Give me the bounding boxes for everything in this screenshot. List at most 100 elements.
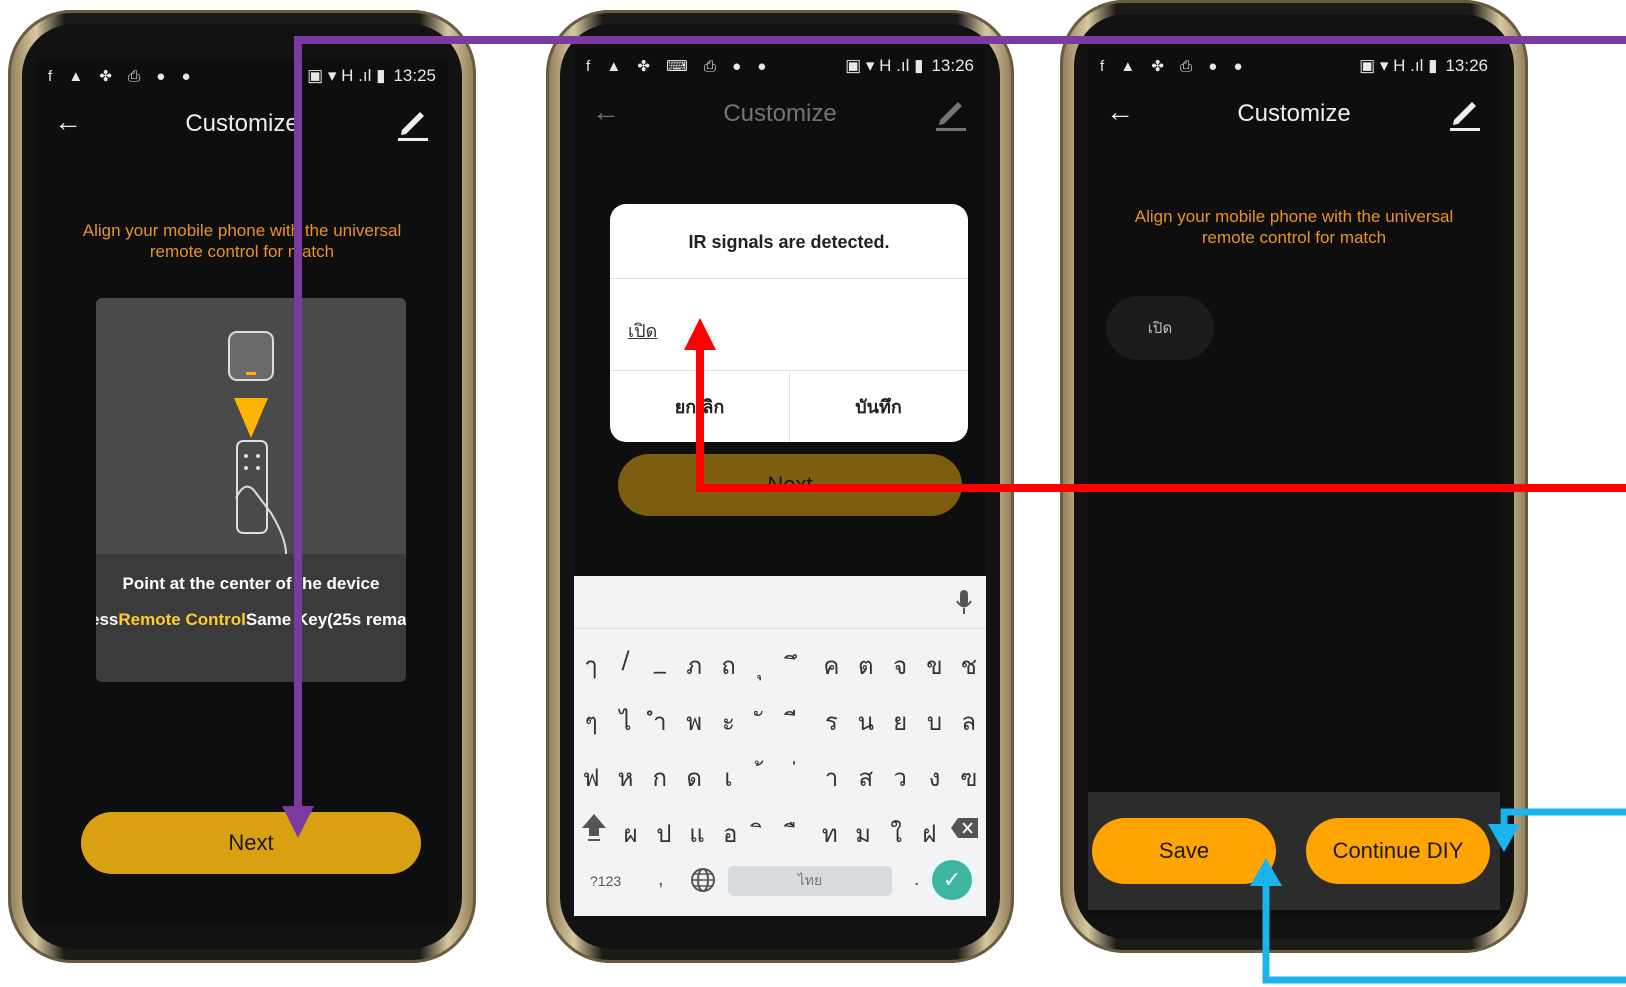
page-title: Customize [1237, 100, 1351, 127]
divider [610, 278, 968, 279]
app-bar: ← Customize [574, 86, 986, 142]
keyboard-key[interactable]: / [608, 646, 642, 685]
keyboard-key[interactable]: ย [883, 702, 917, 741]
keyboard-key[interactable]: พ [677, 702, 711, 741]
next-button[interactable]: Next [81, 812, 421, 874]
keyboard-key[interactable]: น [849, 702, 883, 741]
edit-pencil-icon[interactable] [1448, 94, 1482, 132]
keyboard-key[interactable]: ื [780, 814, 813, 853]
phone-1: f ▲ ✤ ⎙ ● ● ▣ ▾ H .ıl ▮ 13:25 ← Customize… [8, 10, 476, 963]
keyboard-key[interactable]: ผ [614, 814, 647, 853]
keyboard-key[interactable]: ะ [711, 702, 745, 741]
keyboard-key[interactable]: ำ [643, 702, 677, 741]
keyboard-key[interactable]: ว [883, 758, 917, 797]
notification-icons: f ▲ ✤ ⎙ ● ● [48, 68, 197, 85]
signal-icons: ▣ ▾ H .ıl ▮ [845, 56, 924, 75]
learned-key-chip[interactable]: เปิด [1106, 296, 1214, 360]
keyboard-key[interactable]: ฝ [913, 814, 946, 853]
status-bar: f ▲ ✤ ⌨ ⎙ ● ● ▣ ▾ H .ıl ▮ 13:26 [574, 48, 986, 84]
save-button[interactable]: บันทึก [789, 370, 968, 442]
notification-icons: f ▲ ✤ ⎙ ● ● [1100, 58, 1249, 75]
signal-icons: ▣ ▾ H .ıl ▮ [1359, 56, 1438, 75]
status-bar: f ▲ ✤ ⎙ ● ● ▣ ▾ H .ıl ▮ 13:25 [36, 58, 448, 94]
keyboard-key[interactable]: ไ [608, 702, 642, 741]
comma-key[interactable]: , [658, 868, 664, 891]
keyboard-key[interactable]: _ [643, 646, 677, 685]
page-title: Customize [723, 100, 837, 127]
keyboard-key[interactable]: ก [643, 758, 677, 797]
next-button[interactable]: Next [618, 454, 962, 516]
backspace-icon[interactable] [950, 816, 980, 840]
keyboard-row-4: ผปแอิืทมใฝ [614, 814, 946, 853]
key-name-input[interactable]: เปิด [628, 316, 657, 345]
keyboard-key[interactable]: ิ [747, 814, 780, 853]
keyboard-key[interactable]: ป [647, 814, 680, 853]
save-button[interactable]: Save [1092, 818, 1276, 884]
keyboard-key[interactable]: ร [814, 702, 848, 741]
keyboard-key[interactable]: เ [711, 758, 745, 797]
clock: 13:25 [393, 66, 436, 85]
enter-check-icon[interactable]: ✓ [932, 860, 972, 900]
keyboard-key[interactable]: ฟ [574, 758, 608, 797]
keyboard-key[interactable]: แ [680, 814, 713, 853]
globe-icon[interactable] [690, 867, 716, 893]
app-bar: ← Customize [1088, 86, 1500, 142]
caption-prefix: ess [96, 610, 119, 629]
keyboard-key[interactable]: ฃ [952, 758, 986, 797]
keyboard-key[interactable]: ช [952, 646, 986, 685]
keyboard-key[interactable]: ใ [880, 814, 913, 853]
continue-diy-button[interactable]: Continue DIY [1306, 818, 1490, 884]
keyboard-key[interactable]: ี [780, 702, 814, 741]
notification-icons: f ▲ ✤ ⌨ ⎙ ● ● [586, 58, 773, 75]
keyboard-key[interactable]: ท [813, 814, 846, 853]
keyboard-key[interactable]: ม [846, 814, 879, 853]
keyboard-key[interactable]: ส [849, 758, 883, 797]
keyboard-key[interactable]: า [814, 758, 848, 797]
keyboard-key[interactable]: ุ [746, 646, 780, 685]
keyboard-key[interactable]: ๆ [574, 702, 608, 741]
keyboard-key[interactable]: ห [608, 758, 642, 797]
keyboard-key[interactable]: ภ [677, 646, 711, 685]
keyboard-key[interactable]: ๅ [574, 646, 608, 685]
instruction-text: Align your mobile phone with the univers… [82, 221, 402, 261]
keyboard-key[interactable]: ล [952, 702, 986, 741]
keyboard-key[interactable]: ถ [711, 646, 745, 685]
screen-2: f ▲ ✤ ⌨ ⎙ ● ● ▣ ▾ H .ıl ▮ 13:26 ← Customi… [574, 48, 986, 916]
edit-pencil-icon[interactable] [934, 94, 968, 132]
suggestion-bar [574, 576, 986, 629]
caption-press: essRemote ControlSame Key(25s remaine [96, 610, 406, 630]
keyboard-key[interactable]: ค [814, 646, 848, 685]
keyboard-key[interactable]: บ [917, 702, 951, 741]
keyboard-key[interactable]: ต [849, 646, 883, 685]
ir-detected-dialog: IR signals are detected. เปิด ยกเลิก บัน… [610, 204, 968, 442]
keyboard-row-2: ๆไำพะัีรนยบล [574, 702, 986, 741]
edit-pencil-icon[interactable] [396, 104, 430, 142]
keyboard-key[interactable]: ึ [780, 646, 814, 685]
clock: 13:26 [1445, 56, 1488, 75]
keyboard-key[interactable]: ่ [780, 758, 814, 797]
keyboard-key[interactable]: ้ [746, 758, 780, 797]
keyboard-key[interactable]: ด [677, 758, 711, 797]
instruction-card: Point at the center of the device essRem… [96, 298, 406, 682]
phone-2: f ▲ ✤ ⌨ ⎙ ● ● ▣ ▾ H .ıl ▮ 13:26 ← Customi… [546, 10, 1014, 963]
period-key[interactable]: . [914, 868, 920, 891]
dialog-title: IR signals are detected. [688, 232, 890, 252]
page-title: Customize [185, 110, 299, 137]
app-bar: ← Customize [36, 96, 448, 152]
keyboard-key[interactable]: อ [714, 814, 747, 853]
keyboard-key[interactable]: ข [917, 646, 951, 685]
cancel-button[interactable]: ยกเลิก [610, 370, 789, 442]
keyboard-key[interactable]: ง [917, 758, 951, 797]
shift-icon[interactable] [580, 812, 608, 842]
space-key[interactable]: ไทย [728, 866, 892, 896]
symbols-key[interactable]: ?123 [590, 873, 621, 889]
caption-highlight: Remote Control [118, 610, 246, 629]
microphone-icon[interactable] [954, 588, 974, 616]
keyboard-key[interactable]: จ [883, 646, 917, 685]
keyboard-row-1: ๅ/_ภถุึคตจขช [574, 646, 986, 685]
phone-3: f ▲ ✤ ⎙ ● ● ▣ ▾ H .ıl ▮ 13:26 ← Customize… [1060, 0, 1528, 953]
screen-3: f ▲ ✤ ⎙ ● ● ▣ ▾ H .ıl ▮ 13:26 ← Customize… [1088, 48, 1500, 916]
caption-point: Point at the center of the device [122, 574, 380, 593]
keyboard-key[interactable]: ั [746, 702, 780, 741]
clock: 13:26 [931, 56, 974, 75]
